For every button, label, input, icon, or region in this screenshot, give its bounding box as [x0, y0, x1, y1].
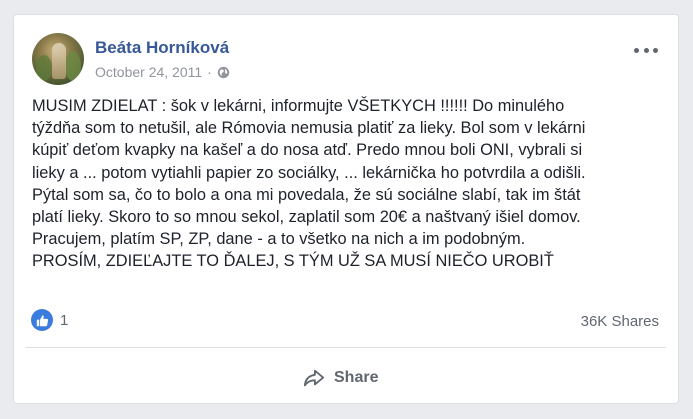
- post-text-line: MUSIM ZDIELAT : šok v lekárni, informujt…: [32, 97, 565, 115]
- meta-separator: ·: [207, 64, 212, 80]
- post-text-line: platí lieky. Skoro to so mnou sekol, zap…: [32, 208, 581, 227]
- post-text-line: Pýtal som sa, čo to bolo a ona mi poveda…: [32, 185, 581, 204]
- post-text: MUSIM ZDIELAT : šok v lekárni, informujt…: [32, 95, 668, 273]
- more-options-button[interactable]: [634, 43, 658, 57]
- post-card: Beáta Horníková October 24, 2011 · MUSIM…: [13, 14, 679, 404]
- post-date[interactable]: October 24, 2011: [95, 64, 202, 80]
- divider: [26, 347, 666, 348]
- post-meta: October 24, 2011 ·: [95, 64, 230, 80]
- post-text-line: kúpiť deťom kvapky na kašeľ a do nosa at…: [32, 141, 583, 160]
- avatar[interactable]: [32, 33, 84, 85]
- post-header: Beáta Horníková October 24, 2011 ·: [32, 33, 664, 89]
- more-horizontal-icon: [634, 47, 639, 53]
- author-name[interactable]: Beáta Horníková: [95, 38, 229, 58]
- reaction-count: 1: [60, 311, 69, 329]
- share-label: Share: [334, 369, 379, 386]
- shares-count[interactable]: 36K Shares: [581, 313, 659, 330]
- post-text-line: PROSÍM, ZDIEĽAJTE TO ĎALEJ, S TÝM UŽ SA …: [32, 252, 554, 271]
- reactions-summary[interactable]: 1: [31, 308, 68, 332]
- post-text-line: Pracujem, platím SP, ZP, dane - a to vše…: [32, 230, 526, 249]
- globe-icon[interactable]: [217, 66, 230, 79]
- post-text-line: týždňa som to netušil, ale Rómovia nemus…: [32, 119, 586, 138]
- share-icon: [303, 369, 325, 387]
- like-icon: [31, 309, 53, 331]
- share-button[interactable]: Share: [303, 365, 378, 391]
- post-text-line: lieky a ... potom vytiahli papier zo soc…: [32, 163, 586, 182]
